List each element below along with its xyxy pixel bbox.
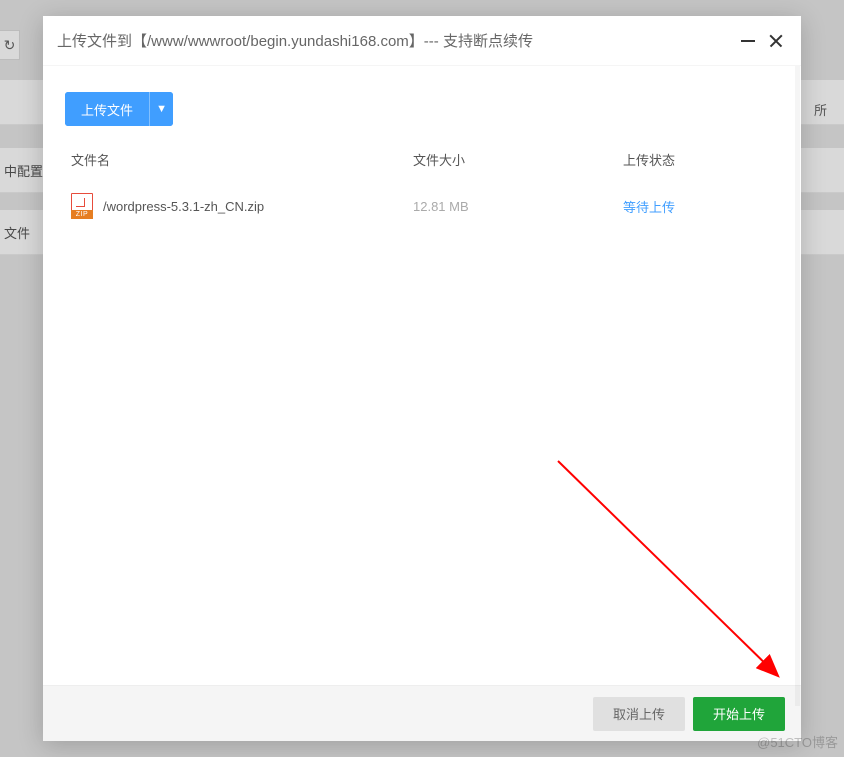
minimize-icon[interactable] bbox=[741, 40, 755, 42]
file-name: /wordpress-5.3.1-zh_CN.zip bbox=[103, 199, 413, 214]
col-header-name: 文件名 bbox=[71, 150, 413, 169]
zip-file-icon: ZIP bbox=[71, 193, 93, 219]
table-header-row: 文件名 文件大小 上传状态 bbox=[65, 150, 779, 179]
col-header-size: 文件大小 bbox=[413, 150, 623, 169]
upload-file-button[interactable]: 上传文件 bbox=[65, 92, 149, 126]
file-size: 12.81 MB bbox=[413, 199, 623, 214]
start-upload-button[interactable]: 开始上传 bbox=[693, 697, 785, 731]
annotation-arrow bbox=[523, 443, 801, 685]
file-status-link[interactable]: 等待上传 bbox=[623, 200, 675, 215]
chevron-down-icon: ▼ bbox=[156, 103, 167, 115]
file-status: 等待上传 bbox=[623, 197, 773, 216]
table-row: ZIP /wordpress-5.3.1-zh_CN.zip 12.81 MB … bbox=[65, 179, 779, 233]
modal-body: 上传文件 ▼ 文件名 文件大小 上传状态 ZIP /wordpress-5.3.… bbox=[43, 66, 801, 685]
modal-footer: 取消上传 开始上传 bbox=[43, 685, 801, 741]
close-icon[interactable] bbox=[769, 34, 783, 48]
upload-dropdown-toggle[interactable]: ▼ bbox=[149, 92, 173, 126]
modal-header: 上传文件到【/www/wwwroot/begin.yundashi168.com… bbox=[43, 16, 801, 66]
upload-modal: 上传文件到【/www/wwwroot/begin.yundashi168.com… bbox=[43, 16, 801, 741]
cancel-upload-button[interactable]: 取消上传 bbox=[593, 697, 685, 731]
modal-title: 上传文件到【/www/wwwroot/begin.yundashi168.com… bbox=[57, 30, 741, 51]
col-header-status: 上传状态 bbox=[623, 150, 773, 169]
upload-file-button-group[interactable]: 上传文件 ▼ bbox=[65, 92, 173, 126]
